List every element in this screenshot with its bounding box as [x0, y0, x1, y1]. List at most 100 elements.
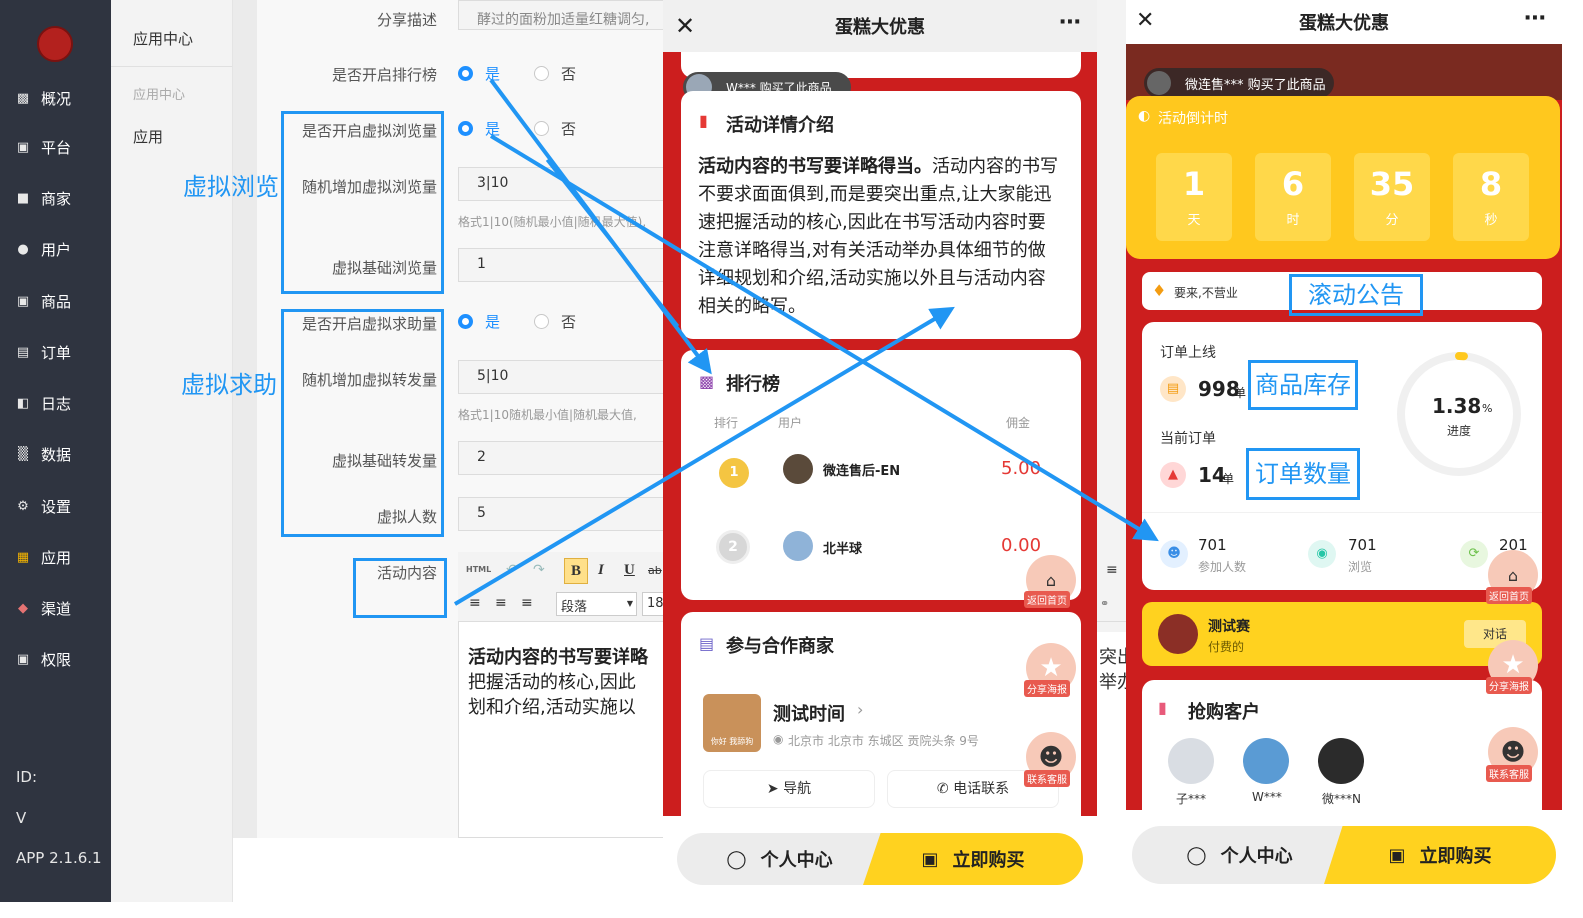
rand-share-input[interactable]: 5|10: [458, 360, 663, 394]
rank-yes-radio[interactable]: [458, 66, 473, 81]
sidebar-item-log[interactable]: ◧ 日志: [14, 390, 106, 416]
sidebar-item-channel[interactable]: ◆ 渠道: [14, 595, 106, 621]
sidebar-item-platform[interactable]: ▣ 平台: [14, 134, 106, 160]
virtual-help-yes-radio[interactable]: [458, 314, 473, 329]
scroll-notice-callout: 滚动公告: [1289, 274, 1423, 316]
paragraph-select-value: 段落: [561, 600, 588, 615]
phone1-header: ✕ 蛋糕大优惠 ⋯: [663, 0, 1097, 52]
phone1-merchant-card: ▤ 参与合作商家 你好 我舔狗 测试时间 › ◉ 北京市 北京市 东城区 贡院头…: [681, 612, 1081, 822]
virtual-help-callout: 虚拟求助: [181, 371, 277, 399]
bookmark-icon: ▮: [699, 111, 708, 130]
close-icon[interactable]: ✕: [675, 12, 695, 40]
countdown-title: 活动倒计时: [1158, 111, 1228, 127]
rank-no-radio[interactable]: [534, 66, 549, 81]
rank-user-2: 北半球: [823, 542, 863, 557]
silver-medal-icon: 2: [716, 530, 750, 564]
paragraph-select[interactable]: 段落 ▼: [556, 592, 637, 616]
rank-no-text: 否: [561, 65, 577, 83]
sidebar-item-label: 商家: [41, 189, 72, 208]
views-value: 701: [1348, 536, 1377, 554]
more-icon[interactable]: ⋯: [1524, 6, 1546, 31]
sidebar-item-user[interactable]: ● 用户: [14, 236, 106, 262]
underline-icon[interactable]: U: [624, 562, 635, 579]
sidebar-item-apps[interactable]: ▦ 应用: [14, 544, 106, 570]
sidebar-item-overview[interactable]: ▩ 概况: [14, 85, 106, 111]
app-submenu: 应用中心 应用中心 应用: [111, 0, 233, 902]
screenshot-root: ▩ 概况 ▣ 平台 ■ 商家 ● 用户 ▣ 商品 ▤ 订单 ◧ 日志 ▒ 数据 ⚙ 设置 ▦ 应用 …: [0, 0, 1583, 918]
buyer-name-3: 微***N: [1322, 792, 1361, 806]
countdown-minutes-unit: 分: [1385, 213, 1399, 228]
phone2-title: 蛋糕大优惠: [1299, 13, 1389, 34]
rank-toggle-label: 是否开启排行榜: [331, 66, 437, 84]
chart-icon: ▩: [16, 90, 30, 106]
bold-icon[interactable]: B: [564, 558, 588, 584]
phone-icon: ✆: [936, 781, 949, 797]
strikethrough-icon[interactable]: ab: [648, 564, 662, 577]
phone2-bottom-bar: ◯ 个人中心 ▣ 立即购买: [1126, 810, 1562, 902]
phone1-home-float[interactable]: ⌂ 返回首页: [1024, 555, 1076, 608]
rand-view-input[interactable]: 3|10: [458, 167, 663, 201]
redo-icon[interactable]: ↷: [533, 562, 545, 578]
italic-icon[interactable]: I: [598, 562, 604, 579]
countdown-hours: 6时: [1255, 153, 1331, 241]
base-view-input[interactable]: 1: [458, 248, 663, 282]
sidebar-app-version: APP 2.1.6.1: [16, 849, 102, 867]
contest-card[interactable]: 测试赛 付费的 对话: [1142, 602, 1542, 666]
sidebar-item-merchant[interactable]: ■ 商家: [14, 185, 106, 211]
phone2-personal-label: 个人中心: [1220, 846, 1293, 867]
rank-amount-1: 5.00: [1001, 458, 1042, 479]
virtual-view-no-radio[interactable]: [534, 121, 549, 136]
share-desc-label: 分享描述: [376, 11, 437, 29]
more-icon[interactable]: ⋯: [1059, 10, 1081, 35]
sidebar-item-permission[interactable]: ▣ 权限: [14, 646, 106, 672]
link-icon[interactable]: ⚭: [1100, 597, 1109, 610]
phone1-share-float[interactable]: ★ 分享海报: [1024, 643, 1076, 697]
phone1-personal-center-button[interactable]: ◯ 个人中心: [677, 833, 882, 885]
list-icon[interactable]: ≡: [1106, 562, 1118, 578]
close-icon[interactable]: ✕: [1136, 8, 1154, 33]
order-count-callout: 订单数量: [1246, 448, 1360, 500]
sidebar-item-goods[interactable]: ▣ 商品: [14, 288, 106, 314]
undo-icon[interactable]: ↶: [506, 562, 518, 578]
apps-icon: ▦: [16, 549, 30, 565]
sidebar-item-settings[interactable]: ⚙ 设置: [14, 493, 106, 519]
progress-label: 进度: [1447, 424, 1472, 438]
phone2-buy-now-button[interactable]: ▣ 立即购买: [1324, 826, 1556, 884]
phone2-home-float[interactable]: ⌂ 返回首页: [1486, 550, 1538, 604]
share-desc-input[interactable]: 酵过的面粉加适量红糖调匀,: [458, 0, 663, 30]
sidebar-version: V: [16, 809, 27, 827]
phone1-service-float[interactable]: ☻ 联系客服: [1024, 732, 1076, 787]
phone1-title: 蛋糕大优惠: [835, 17, 925, 38]
phone2-purchase-toast: 微连售*** 购买了此商品: [1144, 68, 1334, 98]
virtual-view-yes-text: 是: [485, 120, 501, 138]
editor-html-button[interactable]: HTML: [466, 565, 491, 574]
submenu-section: 应用中心: [133, 88, 186, 103]
buyer-avatar-2: [1243, 738, 1289, 784]
phone2-service-float[interactable]: ☻ 联系客服: [1486, 727, 1538, 782]
rank-amount-2: 0.00: [1001, 535, 1042, 556]
submenu-item-apps[interactable]: 应用: [133, 126, 163, 147]
editor-content[interactable]: 活动内容的书写要详略 把握活动的核心,因此 划和介绍,活动实施以: [468, 645, 663, 720]
sidebar-id: ID:: [16, 768, 38, 786]
customers-icon: ▮: [1158, 698, 1167, 717]
merchant-thumbnail: 你好 我舔狗: [703, 694, 761, 752]
sidebar-item-data[interactable]: ▒ 数据: [14, 441, 106, 467]
virtual-people-input[interactable]: 5: [458, 497, 663, 531]
virtual-help-no-radio[interactable]: [534, 314, 549, 329]
align-justify-icon[interactable]: ≡: [521, 595, 533, 611]
phone2-personal-center-button[interactable]: ◯ 个人中心: [1132, 826, 1347, 884]
align-left-icon[interactable]: ≡: [469, 595, 481, 611]
base-share-input[interactable]: 2: [458, 441, 663, 475]
phone2-service-float-label: 联系客服: [1486, 765, 1532, 782]
merchant-name[interactable]: 测试时间: [773, 700, 845, 726]
phone2-share-float[interactable]: ★ 分享海报: [1486, 640, 1538, 694]
font-size-select[interactable]: 18: [642, 592, 663, 616]
countdown-seconds: 8秒: [1453, 153, 1529, 241]
gold-medal-icon: 1: [719, 458, 749, 488]
sidebar-item-order[interactable]: ▤ 订单: [14, 339, 106, 365]
virtual-view-yes-radio[interactable]: [458, 121, 473, 136]
phone1-buy-now-button[interactable]: ▣ 立即购买: [863, 833, 1083, 885]
navigate-button[interactable]: ➤ 导航: [703, 770, 875, 808]
align-center-icon[interactable]: ≡: [495, 595, 507, 611]
lock-icon: ▣: [16, 651, 30, 667]
